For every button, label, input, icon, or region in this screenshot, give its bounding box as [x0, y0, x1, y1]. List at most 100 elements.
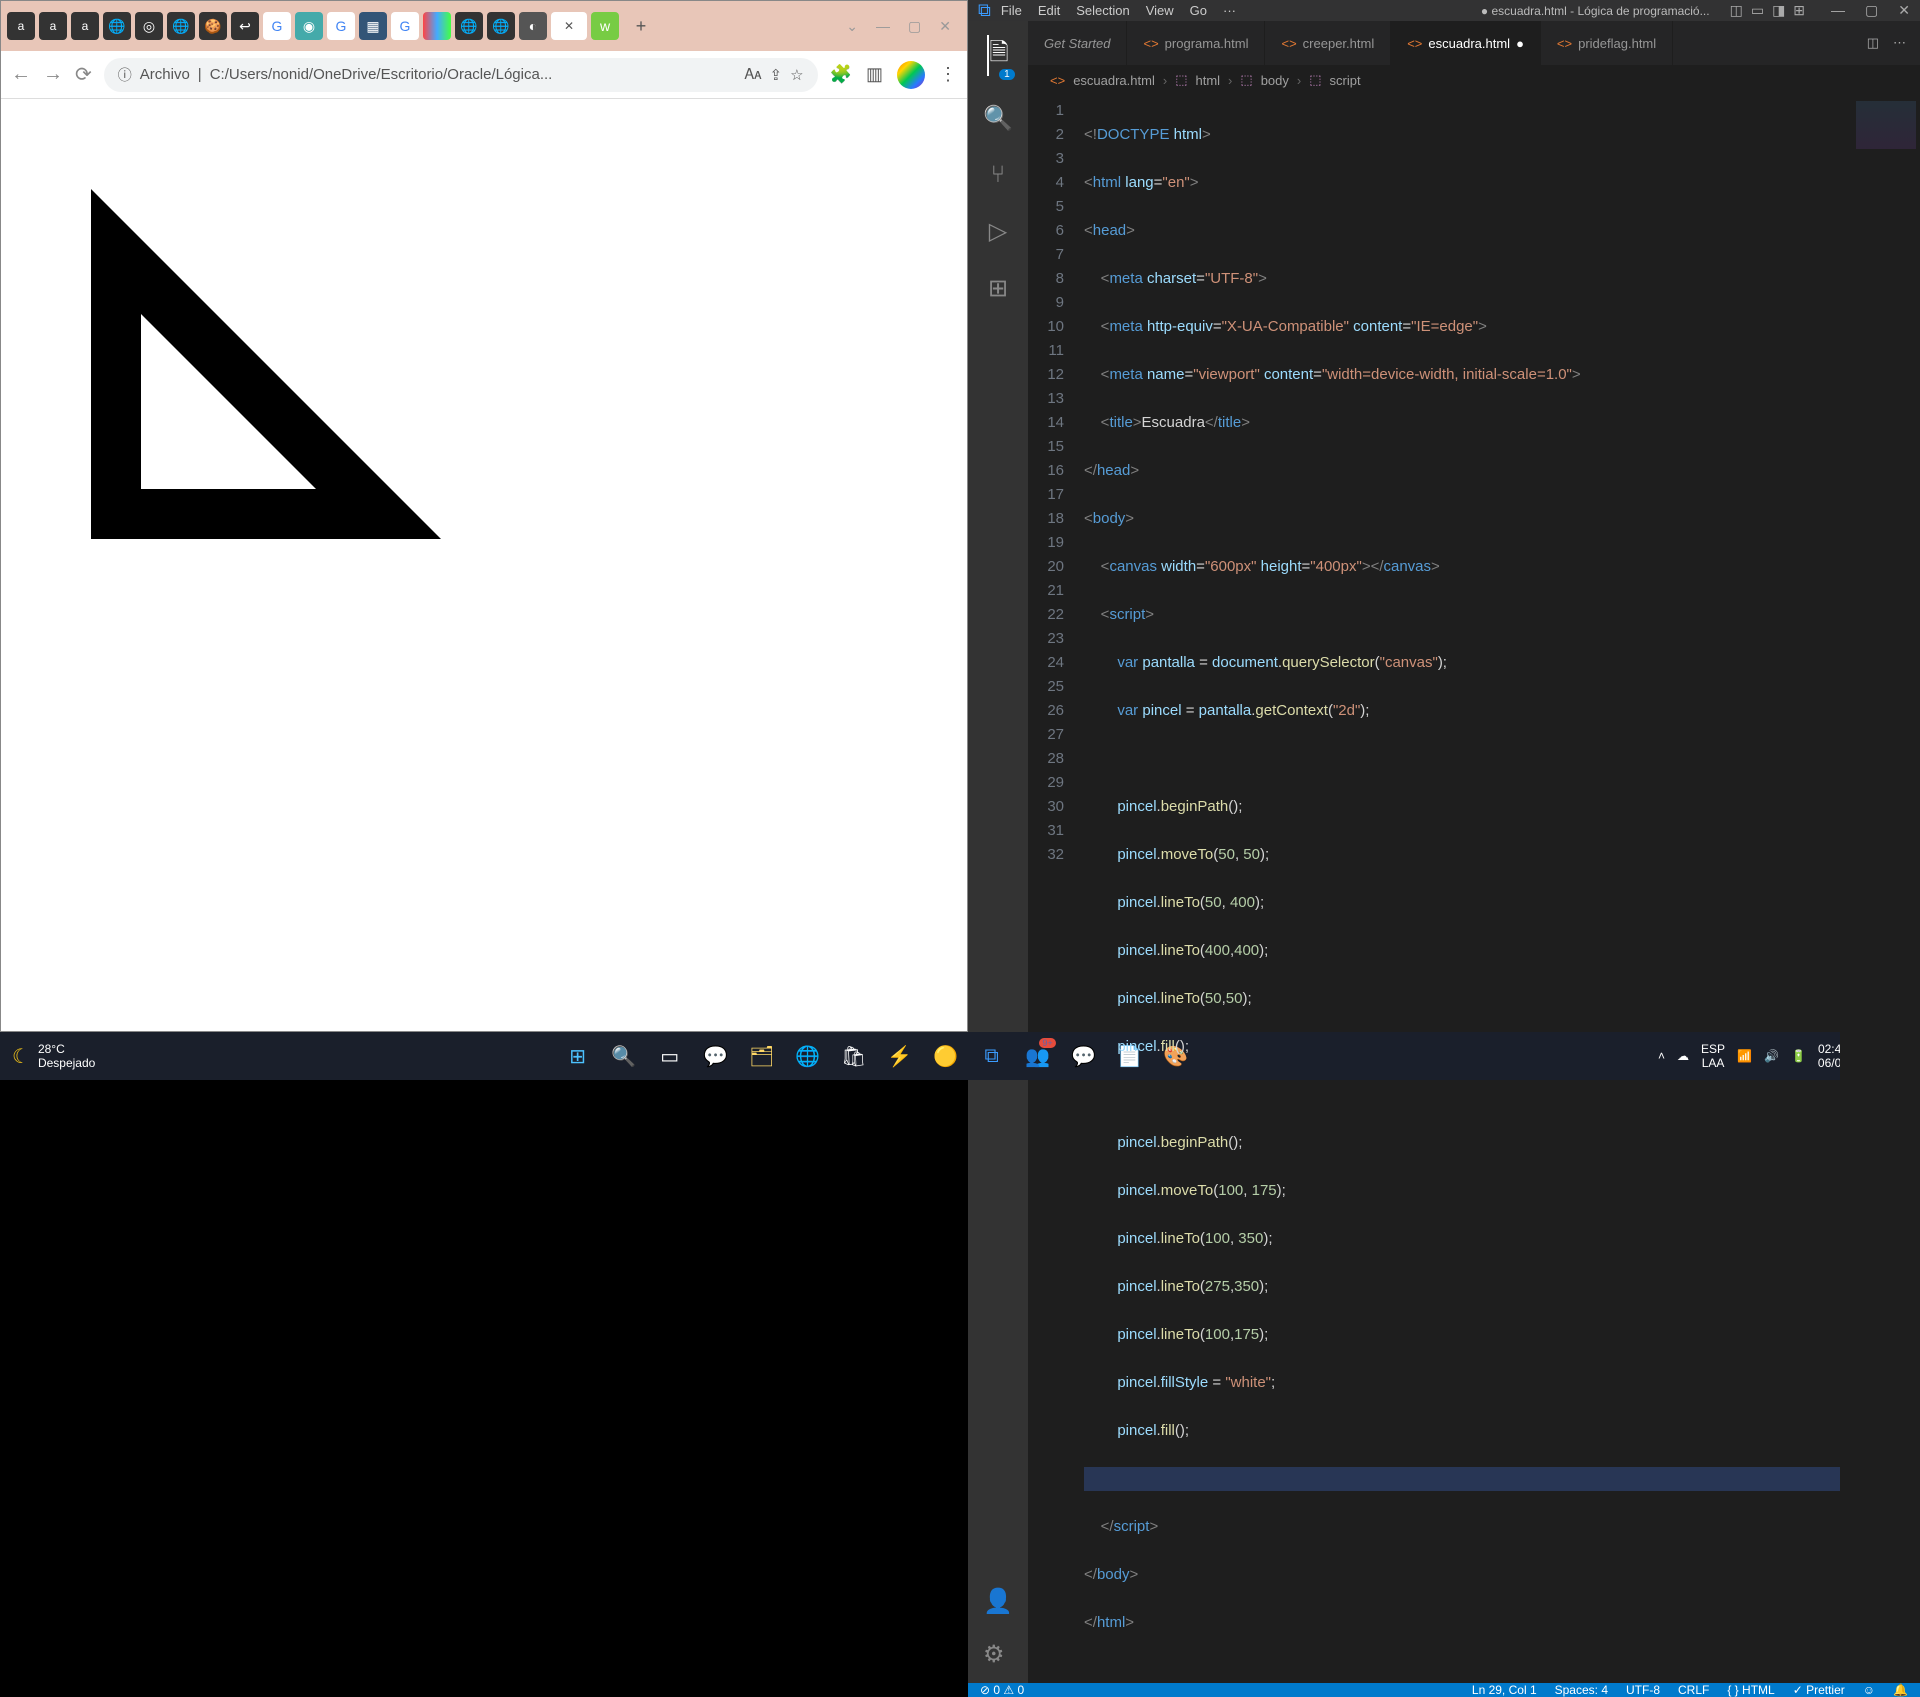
status-cursor[interactable]: Ln 29, Col 1 [1472, 1683, 1537, 1697]
code-content[interactable]: <!DOCTYPE html> <html lang="en"> <head> … [1084, 95, 1840, 1683]
profile-avatar[interactable] [897, 61, 925, 89]
search-button[interactable]: 🔍 [606, 1038, 642, 1074]
status-lang[interactable]: { } HTML [1727, 1683, 1774, 1697]
status-feedback-icon[interactable]: ☺ [1863, 1683, 1875, 1697]
chrome-tab[interactable]: ◐ [519, 12, 547, 40]
settings-icon[interactable]: ⚙ [983, 1640, 1013, 1669]
menu-edit[interactable]: Edit [1038, 3, 1060, 18]
chrome-window: a a a 🌐 ◎ 🌐 🍪 ↩ G ◉ G ▦ G 🌐 🌐 ◐ ✕ w + ⌄ … [0, 0, 968, 1032]
weather-widget[interactable]: ☾ 28°C Despejado [12, 1042, 95, 1070]
breadcrumb[interactable]: <>escuadra.html › ⬚html › ⬚body › ⬚scrip… [1028, 65, 1920, 95]
sidepanel-icon[interactable]: ▥ [866, 64, 883, 85]
split-editor-icon[interactable]: ◫ [1867, 35, 1879, 51]
back-button[interactable]: ← [11, 63, 31, 86]
tab-creeper[interactable]: <>creeper.html [1265, 21, 1391, 65]
chrome-tab[interactable]: 🌐 [487, 12, 515, 40]
edge-icon[interactable]: 🌐 [790, 1038, 826, 1074]
status-bell-icon[interactable]: 🔔 [1893, 1683, 1908, 1697]
chrome-tab[interactable]: ▦ [359, 12, 387, 40]
chrome-tab[interactable]: w [591, 12, 619, 40]
layout-icon[interactable]: ◨ [1772, 2, 1785, 19]
address-bar[interactable]: ⓘ Archivo | C:/Users/nonid/OneDrive/Escr… [104, 58, 818, 92]
source-control-icon[interactable]: ⑂ [991, 161, 1005, 189]
chrome-tab[interactable]: ◉ [295, 12, 323, 40]
explorer-icon[interactable]: 🗎 [987, 35, 1008, 76]
search-icon[interactable]: 🔍 [983, 104, 1013, 133]
tab-programa[interactable]: <>programa.html [1127, 21, 1265, 65]
forward-button[interactable]: → [43, 63, 63, 86]
minimize-icon[interactable]: — [1831, 2, 1845, 19]
chrome-tab[interactable]: G [327, 12, 355, 40]
window-title: ● escuadra.html - Lógica de programació.… [1481, 4, 1710, 18]
reload-button[interactable]: ⟳ [75, 62, 92, 87]
chrome-tab-strip: a a a 🌐 ◎ 🌐 🍪 ↩ G ◉ G ▦ G 🌐 🌐 ◐ ✕ w + ⌄ … [1, 1, 967, 51]
info-icon: ⓘ [118, 65, 132, 85]
status-bar: ⊘ 0 ⚠ 0 Ln 29, Col 1 Spaces: 4 UTF-8 CRL… [968, 1683, 1920, 1697]
app-icon[interactable]: ⚡ [882, 1038, 918, 1074]
share-icon[interactable]: ⇪ [770, 66, 783, 84]
tab-prideflag[interactable]: <>prideflag.html [1541, 21, 1673, 65]
editor[interactable]: 1234567891011121314151617181920212223242… [1028, 95, 1920, 1683]
task-view-button[interactable]: ▭ [652, 1038, 688, 1074]
new-tab-button[interactable]: + [629, 14, 653, 38]
layout-icon[interactable]: ◫ [1730, 2, 1743, 19]
maximize-icon[interactable]: ▢ [908, 18, 921, 35]
minimize-icon[interactable]: — [876, 18, 890, 35]
extensions-icon[interactable]: ⊞ [988, 274, 1008, 303]
vscode-icon: ⧉ [978, 0, 991, 21]
more-actions-icon[interactable]: ⋯ [1893, 35, 1906, 51]
menu-view[interactable]: View [1146, 3, 1174, 18]
tab-getstarted[interactable]: Get Started [1028, 21, 1127, 65]
chrome-tab[interactable]: 🌐 [455, 12, 483, 40]
accounts-icon[interactable]: 👤 [983, 1587, 1013, 1616]
menu-go[interactable]: Go [1190, 3, 1207, 18]
url-text: C:/Users/nonid/OneDrive/Escritorio/Oracl… [210, 66, 553, 83]
close-icon[interactable]: ✕ [564, 19, 574, 33]
chrome-tab[interactable]: a [7, 12, 35, 40]
chrome-tab[interactable]: G [391, 12, 419, 40]
weather-desc: Despejado [38, 1056, 95, 1070]
editor-tabs: Get Started <>programa.html <>creeper.ht… [1028, 21, 1920, 65]
layout-icon[interactable]: ▭ [1751, 2, 1764, 19]
teams-app-icon[interactable]: 👥9+ [1020, 1038, 1056, 1074]
translate-icon[interactable]: 🗛 [745, 66, 762, 83]
chrome-tab[interactable]: 🌐 [103, 12, 131, 40]
layout-icon[interactable]: ⊞ [1793, 2, 1805, 19]
menu-bar: File Edit Selection View Go ··· [1001, 3, 1236, 18]
run-debug-icon[interactable]: ▷ [989, 217, 1007, 246]
chrome-tab[interactable]: a [39, 12, 67, 40]
explorer-icon[interactable]: 🗂 [744, 1038, 780, 1074]
status-eol[interactable]: CRLF [1678, 1683, 1709, 1697]
menu-file[interactable]: File [1001, 3, 1022, 18]
chrome-tab[interactable]: ◎ [135, 12, 163, 40]
status-prettier[interactable]: ✓ Prettier [1793, 1683, 1845, 1697]
menu-more[interactable]: ··· [1223, 3, 1236, 18]
vscode-titlebar: ⧉ File Edit Selection View Go ··· ● escu… [968, 0, 1920, 21]
chrome-icon[interactable]: 🟡 [928, 1038, 964, 1074]
status-encoding[interactable]: UTF-8 [1626, 1683, 1660, 1697]
chrome-tab[interactable]: ↩ [231, 12, 259, 40]
extensions-icon[interactable]: 🧩 [830, 64, 852, 85]
star-icon[interactable]: ☆ [790, 66, 803, 84]
close-icon[interactable]: ✕ [1898, 2, 1910, 19]
status-errors[interactable]: ⊘ 0 ⚠ 0 [980, 1683, 1024, 1697]
start-button[interactable]: ⊞ [560, 1038, 596, 1074]
teams-icon[interactable]: 💬 [698, 1038, 734, 1074]
vscode-taskbar-icon[interactable]: ⧉ [974, 1038, 1010, 1074]
chrome-toolbar: ← → ⟳ ⓘ Archivo | C:/Users/nonid/OneDriv… [1, 51, 967, 99]
menu-selection[interactable]: Selection [1076, 3, 1129, 18]
chrome-tab[interactable] [423, 12, 451, 40]
tab-escuadra[interactable]: <>escuadra.html● [1391, 21, 1541, 65]
chrome-tab[interactable]: a [71, 12, 99, 40]
minimap[interactable] [1840, 95, 1920, 1683]
maximize-icon[interactable]: ▢ [1865, 2, 1878, 19]
chrome-tab[interactable]: 🌐 [167, 12, 195, 40]
chrome-tab-active[interactable]: ✕ [551, 12, 587, 40]
chrome-tab[interactable]: G [263, 12, 291, 40]
chrome-tab[interactable]: 🍪 [199, 12, 227, 40]
status-spaces[interactable]: Spaces: 4 [1555, 1683, 1608, 1697]
close-icon[interactable]: ✕ [939, 18, 951, 35]
menu-icon[interactable]: ⋮ [939, 64, 957, 85]
store-icon[interactable]: 🛍 [836, 1038, 872, 1074]
chevron-down-icon[interactable]: ⌄ [846, 18, 858, 35]
